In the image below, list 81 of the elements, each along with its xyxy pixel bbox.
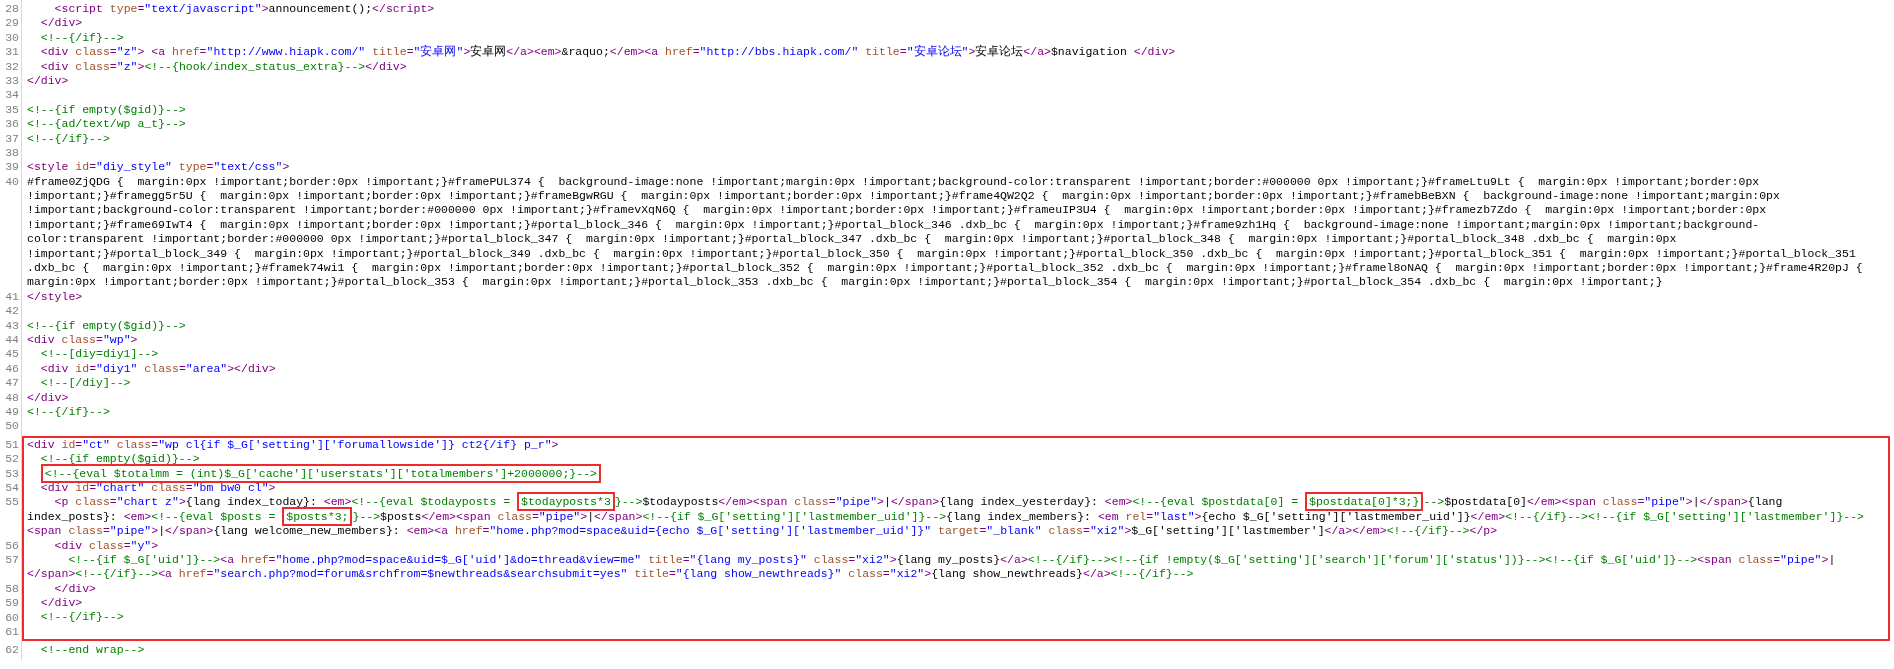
line-number: 40 [5, 174, 19, 188]
line-number: 42 [5, 304, 19, 318]
code-line: <!--{if $_G['uid']}--><a href="home.php?mod=space&uid=$_G['uid']&do=thread&view=me" title="{lang my_posts}" class="xi2">{lang my_posts}</a><!--{/if}--><!--{if !empty($_G['setting']['search']['forum']['status'])}--><!--{if $_G['uid']}--><span class="pipe">| [67, 552, 1836, 566]
line-number: 33 [5, 73, 19, 87]
code-line: !important;}#frame69IwT4 { margin:0px !important;border:0px !important;}#portal_block_346 { margin:0px !important;}#portal_block_346 .dxb_bc { margin:0px !important;}#frame9zh1Hq { background-image:none !important;margin:0px !important;background- [27, 217, 1760, 231]
code-text: <p class="chart z">{lang index_today}: <em><!--{eval $todayposts = [53, 495, 512, 509]
line-number: 32 [5, 59, 19, 73]
line-number: 61 [5, 624, 19, 638]
code-line: <style id="diy_style" type="text/css"> [27, 160, 290, 174]
line-number: 43 [5, 318, 19, 332]
code-line: <!--{if empty($gid)}--> [27, 318, 186, 332]
line-number: 31 [5, 45, 19, 59]
line-number: 51 [5, 437, 19, 451]
line-number: 36 [5, 117, 19, 131]
line-number: 60 [5, 610, 19, 624]
code-line: <!--[/diy]--> [39, 376, 131, 390]
code-line: <span class="pipe">|</span>{lang welcome_new_members}: <em><a href="home.php?mod=space&uid={echo $_G['setting']['lastmember_uid']}" target="_blank" class="xi2">$_G['setting']['lastmember']</a></em><!--{/if}--></p> [27, 524, 1498, 538]
code-line: <!--{ad/text/wp a_t}--> [27, 117, 186, 131]
code-line: <div id="chart" class="bm bw0 cl"> [39, 480, 276, 494]
code-line: !important;}#portal_block_349 { margin:0px !important;}#portal_block_349 .dxb_bc { margin:0px !important;}#portal_block_350 { margin:0px !important;}#portal_block_350 .dxb_bc { margin:0px !important;}#portal_block_351 { margin:0px !important;}#portal_block_351 [27, 246, 1856, 260]
code-line: <div class="wp"> [27, 333, 138, 346]
line-number: 44 [5, 333, 19, 347]
code-line: <div class="z"><!--{hook/index_status_extra}--></div> [39, 59, 407, 73]
code-line: <!--{/if}--> [27, 404, 110, 418]
line-number: 37 [5, 131, 19, 145]
line-number: 57 [5, 552, 19, 566]
line-number: 62 [5, 643, 19, 657]
code-line: margin:0px !important;border:0px !important;}#portal_block_353 { margin:0px !important;}#portal_block_353 .dxb_bc { margin:0px !important;}#portal_block_354 { margin:0px !important;}#portal_block_354 .dxb_bc { margin:0px !important;} [27, 275, 1663, 289]
code-line: </div> [39, 16, 83, 30]
code-line: <!--end wrap--> [39, 643, 145, 657]
line-number: 48 [5, 390, 19, 404]
line-number: 35 [5, 102, 19, 116]
code-line: <!--{/if}--> [39, 610, 124, 624]
code-line: !important;background-color:transparent !important;border:#000000 0px !important;}#framevXqN6Q { margin:0px !important;border:0px !important;}#frameuIP3U4 { margin:0px !important;border:0px !important;}#framezb7Zdo { margin:0px !important;border:0px [27, 203, 1767, 217]
code-text: }-->$todayposts</em><span class="pipe">|</span>{lang index_yesterday}: <em><!--{eval $postdata[0] = [614, 495, 1300, 509]
code-line: </div> [39, 596, 83, 610]
code-line: .dxb_bc { margin:0px !important;}#framek74wi1 { margin:0px !important;border:0px !important;}#portal_block_352 { margin:0px !important;}#portal_block_352 .dxb_bc { margin:0px !important;}#framel8oNAQ { margin:0px !important;border:0px !important;}#frame4R20pJ { [27, 261, 1863, 275]
line-number: 30 [5, 30, 19, 44]
line-number: 55 [5, 495, 19, 509]
highlighted-code: $posts*3; [282, 506, 353, 526]
code-line: <script type="text/javascript">announcement();</script> [53, 2, 435, 15]
line-number: 34 [5, 88, 19, 102]
highlighted-code: $todayposts*3 [517, 492, 615, 512]
code-line: </span><!--{/if}--><a href="search.php?mod=forum&srchfrom=$newthreads&searchsubmit=yes" title="{lang show_newthreads}" class="xi2">{lang show_newthreads}</a><!--{/if}--> [27, 567, 1194, 581]
code-line: <!--{if empty($gid)}--> [39, 452, 200, 466]
code-line: <!--{/if}--> [39, 30, 124, 44]
code-line: <div class="y"> [53, 538, 159, 552]
line-number: 46 [5, 361, 19, 375]
code-text: -->$postdata[0]</em><span class="pipe">|</span>{lang [1423, 495, 1783, 509]
code-line: !important;}#framegg5r5U { margin:0px !important;border:0px !important;}#frameBgwRGU { margin:0px !important;border:0px !important;}#frame4QW2Q2 { margin:0px !important;border:0px !important;}#framebBeBXN { background-image:none !important;margin:0px [27, 189, 1780, 203]
line-number: 29 [5, 16, 19, 30]
line-number: 28 [5, 2, 19, 15]
line-number: 49 [5, 405, 19, 418]
line-number: 47 [5, 376, 19, 390]
code-line: </style> [27, 289, 83, 303]
line-number: 50 [5, 419, 19, 433]
line-number: 41 [5, 289, 19, 303]
code-line: </div> [27, 73, 69, 87]
code-line: <!--{if empty($gid)}--> [27, 102, 186, 116]
line-number: 54 [5, 480, 19, 494]
line-number: 38 [5, 145, 19, 159]
line-number: 53 [5, 466, 19, 480]
code-line: <!--[diy=diy1]--> [39, 347, 159, 361]
code-text: index_posts}: <em><!--{eval $posts = [27, 509, 277, 523]
code-line: <div id="diy1" class="area"></div> [39, 361, 276, 375]
line-number: 39 [5, 160, 19, 174]
code-line: <div id="ct" class="wp cl{if $_G['setting']['forumallowside']} ct2{/if} p_r"> [27, 437, 559, 451]
line-number: 58 [5, 581, 19, 595]
code-line: #frame0ZjQDG { margin:0px !important;border:0px !important;}#framePUL374 { background-image:none !important;margin:0px !important;background-color:transparent !important;border:#000000 0px !important;}#frameLtu9Lt { margin:0px !important;border:0px [27, 174, 1760, 188]
code-line: </div> [27, 390, 69, 404]
code-line: </div> [53, 581, 96, 595]
highlighted-code: <!--{eval $totalmm = (int)$_G['cache']['userstats']['totalmembers']+2000000;}--> [40, 463, 601, 483]
line-number: 52 [5, 452, 19, 466]
highlighted-code: $postdata[0]*3;} [1305, 492, 1424, 512]
line-number: 56 [5, 538, 19, 552]
line-number: 59 [5, 596, 19, 610]
code-line: <div class="z"> <a href="http://www.hiapk.com/" title="安卓网">安卓网</a><em>&raquo;</em><a href="http://bbs.hiapk.com/" title="安卓论坛">安卓论坛</a>$navigation </div> [39, 45, 1176, 59]
line-number: 45 [5, 347, 19, 361]
code-text: }-->$posts</em><span class="pipe">|</span><!--{if $_G['setting']['lastmember_uid']}-->{lang index_members}: <em rel="last">{echo $_G['setting']['lastmember_uid']}</em><!--{/if}--><!--{if $_G['setting']['lastmember']}--> [352, 509, 1864, 523]
code-line: color:transparent !important;border:#000000 0px !important;}#portal_block_347 { margin:0px !important;}#portal_block_347 .dxb_bc { margin:0px !important;}#portal_block_348 { margin:0px !important;}#portal_block_348 .dxb_bc { margin:0px [27, 232, 1677, 246]
code-line: <!--{/if}--> [27, 131, 110, 145]
